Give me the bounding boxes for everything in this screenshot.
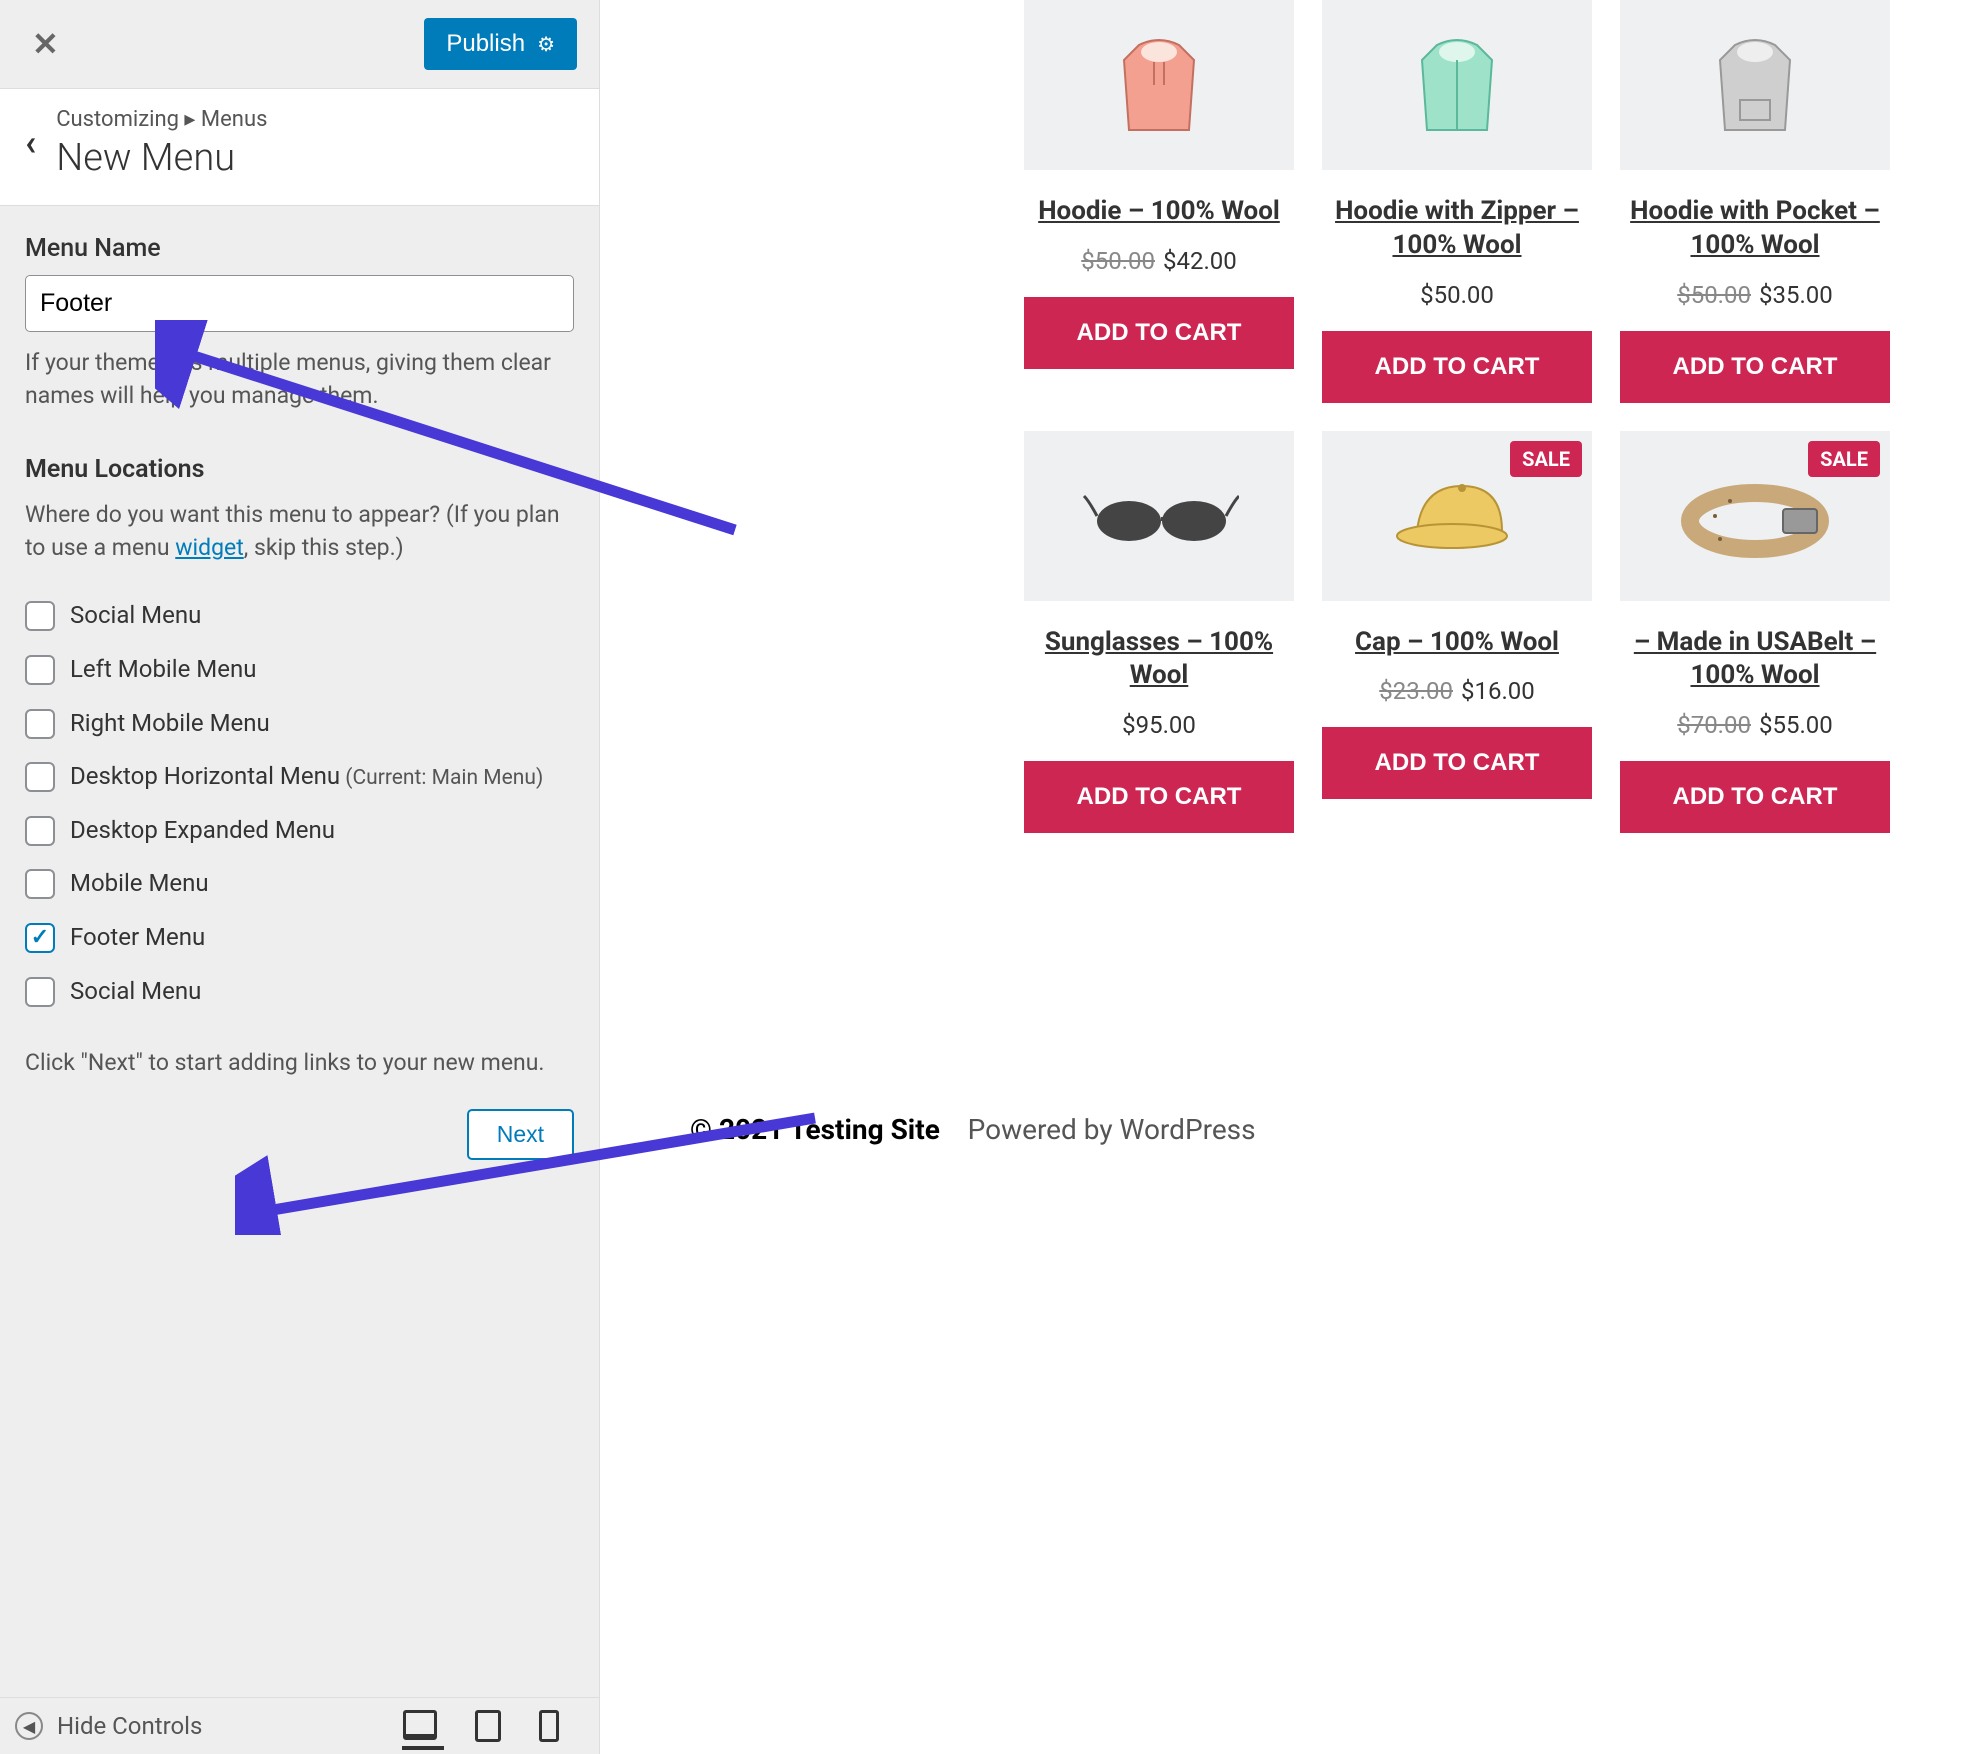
- product-title[interactable]: Sunglasses – 100% Wool: [1024, 626, 1294, 694]
- publish-button[interactable]: Publish ⚙: [424, 18, 577, 70]
- location-label[interactable]: Social Menu: [70, 975, 201, 1009]
- current-price: $95.00: [1122, 711, 1196, 739]
- product-card: Hoodie with Pocket – 100% Wool $50.00 $35…: [1620, 0, 1890, 403]
- location-checkbox[interactable]: [25, 655, 55, 685]
- product-grid: Hoodie – 100% Wool $50.00 $42.00 ADD TO C…: [690, 0, 1890, 833]
- breadcrumb: Customizing ▸ Menus: [56, 107, 267, 132]
- location-checkbox[interactable]: [25, 816, 55, 846]
- location-checkbox[interactable]: [25, 601, 55, 631]
- locations-heading: Menu Locations: [25, 455, 574, 484]
- location-row: Mobile Menu: [25, 857, 574, 911]
- menu-name-label: Menu Name: [25, 234, 574, 263]
- locations-list: Social Menu Left Mobile Menu Right Mobile …: [25, 589, 574, 1018]
- old-price: $50.00: [1081, 247, 1155, 275]
- sale-badge: SALE: [1510, 441, 1582, 477]
- bottom-bar: ◀ Hide Controls: [0, 1697, 599, 1754]
- location-row: Footer Menu: [25, 911, 574, 965]
- menu-name-input[interactable]: [25, 275, 574, 332]
- location-row: Social Menu: [25, 965, 574, 1019]
- price: $50.00 $42.00: [1024, 247, 1294, 275]
- tablet-icon[interactable]: [475, 1710, 501, 1742]
- product-card: SALE Cap – 100% Wool $23.00 $16.00 ADD TO…: [1322, 431, 1592, 834]
- add-to-cart-button[interactable]: ADD TO CART: [1024, 761, 1294, 833]
- desktop-icon[interactable]: [403, 1710, 437, 1740]
- collapse-icon: ◀: [15, 1712, 43, 1740]
- price: $23.00 $16.00: [1322, 677, 1592, 705]
- product-card: SALE – Made in USABelt – 100% Wool $70.0…: [1620, 431, 1890, 834]
- product-image[interactable]: [1024, 431, 1294, 601]
- add-to-cart-button[interactable]: ADD TO CART: [1322, 331, 1592, 403]
- preview-pane: Hoodie – 100% Wool $50.00 $42.00 ADD TO C…: [600, 0, 1980, 1754]
- add-to-cart-button[interactable]: ADD TO CART: [1024, 297, 1294, 369]
- widget-link[interactable]: widget: [175, 534, 243, 561]
- top-bar: ✕ Publish ⚙: [0, 0, 599, 89]
- location-row: Right Mobile Menu: [25, 697, 574, 751]
- location-label[interactable]: Desktop Expanded Menu: [70, 814, 335, 848]
- price: $50.00 $35.00: [1620, 281, 1890, 309]
- product-title[interactable]: Hoodie with Zipper – 100% Wool: [1322, 195, 1592, 263]
- product-image[interactable]: SALE: [1322, 431, 1592, 601]
- current-price: $35.00: [1759, 281, 1833, 309]
- site-footer: © 2021 Testing Site Powered by WordPress: [690, 1113, 1890, 1146]
- product-title[interactable]: – Made in USABelt – 100% Wool: [1620, 626, 1890, 694]
- publish-label: Publish: [446, 30, 525, 58]
- sale-badge: SALE: [1808, 441, 1880, 477]
- close-icon[interactable]: ✕: [22, 20, 69, 68]
- add-to-cart-button[interactable]: ADD TO CART: [1620, 761, 1890, 833]
- location-checkbox[interactable]: [25, 762, 55, 792]
- panel-body: Menu Name If your theme has multiple men…: [0, 206, 599, 1697]
- product-image[interactable]: [1322, 0, 1592, 170]
- location-row: Desktop Expanded Menu: [25, 804, 574, 858]
- menu-name-help: If your theme has multiple menus, giving…: [25, 346, 574, 413]
- back-icon[interactable]: ‹: [25, 107, 36, 164]
- product-card: Hoodie with Zipper – 100% Wool $50.00 AD…: [1322, 0, 1592, 403]
- product-card: Hoodie – 100% Wool $50.00 $42.00 ADD TO C…: [1024, 0, 1294, 403]
- gear-icon[interactable]: ⚙: [537, 32, 555, 57]
- product-image[interactable]: SALE: [1620, 431, 1890, 601]
- customizer-sidebar: ✕ Publish ⚙ ‹ Customizing ▸ Menus New Me…: [0, 0, 600, 1754]
- location-checkbox[interactable]: [25, 869, 55, 899]
- product-title[interactable]: Hoodie with Pocket – 100% Wool: [1620, 195, 1890, 263]
- current-price: $55.00: [1759, 711, 1833, 739]
- product-card: Sunglasses – 100% Wool $95.00 ADD TO CAR…: [1024, 431, 1294, 834]
- old-price: $50.00: [1677, 281, 1751, 309]
- location-row: Desktop Horizontal Menu (Current: Main M…: [25, 750, 574, 804]
- next-button[interactable]: Next: [467, 1109, 574, 1160]
- price: $95.00: [1024, 711, 1294, 739]
- location-label[interactable]: Mobile Menu: [70, 867, 209, 901]
- location-checkbox[interactable]: [25, 977, 55, 1007]
- location-label[interactable]: Right Mobile Menu: [70, 707, 270, 741]
- old-price: $23.00: [1379, 677, 1453, 705]
- product-title[interactable]: Hoodie – 100% Wool: [1038, 195, 1280, 229]
- page-title: New Menu: [56, 136, 267, 180]
- location-row: Left Mobile Menu: [25, 643, 574, 697]
- location-row: Social Menu: [25, 589, 574, 643]
- mobile-icon[interactable]: [539, 1710, 559, 1742]
- product-image[interactable]: [1620, 0, 1890, 170]
- price: $50.00: [1322, 281, 1592, 309]
- product-image[interactable]: [1024, 0, 1294, 170]
- current-price: $42.00: [1163, 247, 1237, 275]
- hide-controls-button[interactable]: ◀ Hide Controls: [15, 1712, 202, 1740]
- next-help: Click "Next" to start adding links to yo…: [25, 1046, 574, 1079]
- price: $70.00 $55.00: [1620, 711, 1890, 739]
- old-price: $70.00: [1677, 711, 1751, 739]
- locations-desc: Where do you want this menu to appear? (…: [25, 498, 574, 565]
- location-label[interactable]: Left Mobile Menu: [70, 653, 256, 687]
- product-title[interactable]: Cap – 100% Wool: [1355, 626, 1559, 660]
- add-to-cart-button[interactable]: ADD TO CART: [1322, 727, 1592, 799]
- add-to-cart-button[interactable]: ADD TO CART: [1620, 331, 1890, 403]
- device-switcher: [403, 1710, 584, 1742]
- location-label[interactable]: Footer Menu: [70, 921, 205, 955]
- location-checkbox[interactable]: [25, 709, 55, 739]
- current-price: $16.00: [1461, 677, 1535, 705]
- current-price: $50.00: [1420, 281, 1494, 309]
- breadcrumb-row: ‹ Customizing ▸ Menus New Menu: [0, 89, 599, 206]
- location-label[interactable]: Social Menu: [70, 599, 201, 633]
- location-checkbox[interactable]: [25, 923, 55, 953]
- location-label[interactable]: Desktop Horizontal Menu (Current: Main M…: [70, 760, 543, 794]
